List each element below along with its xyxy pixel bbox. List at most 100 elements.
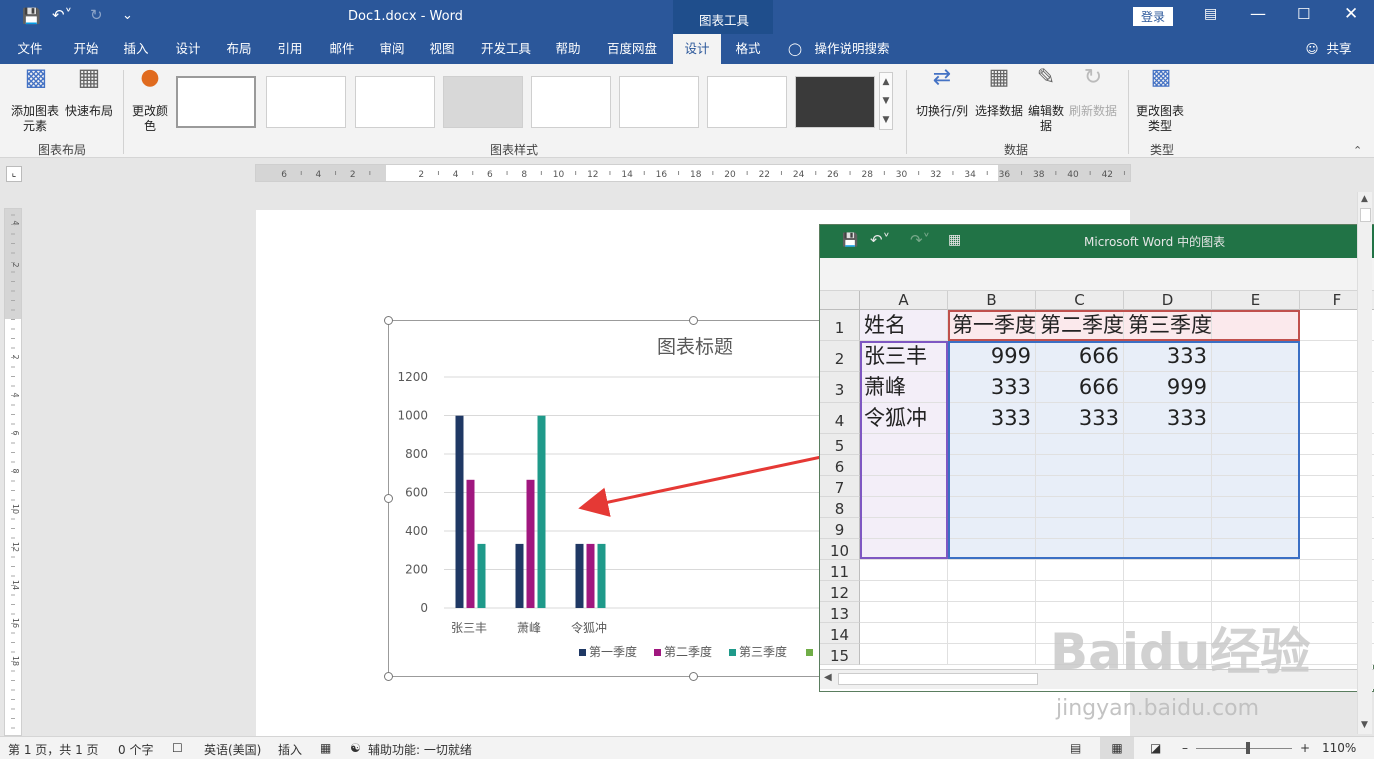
bar-第三季度-令狐冲[interactable] <box>597 543 606 608</box>
cell[interactable] <box>1036 560 1124 581</box>
cell[interactable]: 999 <box>948 341 1036 372</box>
column-header-b[interactable]: B <box>948 291 1036 310</box>
cell[interactable] <box>948 434 1036 455</box>
chart-title[interactable]: 图表标题 <box>657 336 733 358</box>
language-indicator[interactable]: 英语(美国) <box>204 741 261 758</box>
chart-style-2[interactable] <box>266 76 346 128</box>
row-header[interactable]: 3 <box>820 372 860 403</box>
bar-第二季度-令狐冲[interactable] <box>586 543 595 608</box>
scroll-left-icon[interactable]: ◀ <box>824 672 832 683</box>
bar-第三季度-萧峰[interactable] <box>537 415 546 608</box>
cell[interactable] <box>1036 476 1124 497</box>
cell[interactable] <box>948 623 1036 644</box>
cell[interactable] <box>1212 497 1300 518</box>
edit-data-button[interactable]: ✎ 编辑数据 <box>1026 67 1066 134</box>
cell[interactable] <box>948 476 1036 497</box>
resize-handle-s[interactable] <box>689 672 698 681</box>
chart-style-1[interactable] <box>176 76 256 128</box>
row-header[interactable]: 9 <box>820 518 860 539</box>
cell[interactable]: 333 <box>948 372 1036 403</box>
cell[interactable] <box>1124 476 1212 497</box>
cell[interactable] <box>1036 497 1124 518</box>
document-vertical-scrollbar[interactable]: ▲ ▼ <box>1357 192 1372 734</box>
print-layout-icon[interactable]: ▦ <box>1100 737 1134 759</box>
share-button[interactable]: 共享 <box>1322 34 1356 64</box>
scroll-down-icon[interactable]: ▼ <box>1361 720 1368 730</box>
cell[interactable] <box>1212 476 1300 497</box>
cell[interactable] <box>1212 341 1300 372</box>
cell[interactable]: 666 <box>1036 341 1124 372</box>
cell[interactable] <box>948 518 1036 539</box>
styles-gallery-scroller[interactable]: ▲ ▼ ▼ <box>879 72 893 130</box>
chart-style-4[interactable] <box>443 76 523 128</box>
cell[interactable] <box>1212 403 1300 434</box>
chart-style-5[interactable] <box>531 76 611 128</box>
cell[interactable] <box>1036 581 1124 602</box>
chart-style-6[interactable] <box>619 76 699 128</box>
bar-第一季度-令狐冲[interactable] <box>575 543 584 608</box>
add-chart-element-button[interactable]: ▩ 添加图表元素 <box>8 65 64 134</box>
column-header-c[interactable]: C <box>1036 291 1124 310</box>
cell[interactable] <box>1212 560 1300 581</box>
bar-第三季度-张三丰[interactable] <box>477 543 486 608</box>
tab-baidu-netdisk[interactable]: 百度网盘 <box>600 34 664 64</box>
row-header[interactable]: 11 <box>820 560 860 581</box>
cell[interactable]: 333 <box>948 403 1036 434</box>
collapse-ribbon-icon[interactable]: ⌃ <box>1353 144 1362 157</box>
cell[interactable] <box>860 644 948 665</box>
switch-row-column-button[interactable]: ⇄ 切换行/列 <box>914 67 970 119</box>
cell[interactable] <box>948 539 1036 560</box>
cell[interactable] <box>948 602 1036 623</box>
ribbon-display-icon[interactable]: ▤ <box>1204 6 1217 22</box>
cell[interactable] <box>1212 539 1300 560</box>
scroll-thumb[interactable] <box>838 673 1038 685</box>
tab-file[interactable]: 文件 <box>8 34 52 64</box>
cell[interactable] <box>860 539 948 560</box>
bar-第二季度-张三丰[interactable] <box>466 479 475 608</box>
cell[interactable]: 333 <box>1124 403 1212 434</box>
column-header-d[interactable]: D <box>1124 291 1212 310</box>
cell[interactable] <box>1212 455 1300 476</box>
tab-help[interactable]: 帮助 <box>546 34 590 64</box>
cell[interactable] <box>1124 497 1212 518</box>
cell[interactable] <box>1212 518 1300 539</box>
row-header[interactable]: 8 <box>820 497 860 518</box>
cell[interactable] <box>948 497 1036 518</box>
row-header[interactable]: 1 <box>820 310 860 341</box>
row-header[interactable]: 6 <box>820 455 860 476</box>
tab-home[interactable]: 开始 <box>62 34 110 64</box>
resize-handle-sw[interactable] <box>384 672 393 681</box>
chart-style-8[interactable] <box>795 76 875 128</box>
cell[interactable] <box>1212 581 1300 602</box>
accessibility-status[interactable]: 辅助功能: 一切就绪 <box>368 741 472 758</box>
legend-label[interactable]: 第三季度 <box>739 644 787 659</box>
cell[interactable]: 姓名 <box>860 310 948 341</box>
chart-style-7[interactable] <box>707 76 787 128</box>
tab-developer[interactable]: 开发工具 <box>476 34 536 64</box>
cell[interactable] <box>1212 372 1300 403</box>
edit-in-excel-icon[interactable]: ▦ <box>948 232 961 248</box>
cell[interactable] <box>1124 455 1212 476</box>
tab-insert[interactable]: 插入 <box>114 34 158 64</box>
bar-第一季度-萧峰[interactable] <box>515 543 524 608</box>
zoom-out-icon[interactable]: – <box>1182 741 1188 755</box>
select-all-corner[interactable] <box>820 291 860 310</box>
tell-me-search[interactable]: 操作说明搜索 <box>810 34 894 64</box>
tab-chart-format[interactable]: 格式 <box>726 34 770 64</box>
cell[interactable] <box>1036 539 1124 560</box>
row-header[interactable]: 12 <box>820 581 860 602</box>
cell[interactable] <box>1124 581 1212 602</box>
select-data-button[interactable]: ▦ 选择数据 <box>972 67 1026 119</box>
row-header[interactable]: 4 <box>820 403 860 434</box>
zoom-in-icon[interactable]: + <box>1300 741 1310 755</box>
row-header[interactable]: 13 <box>820 602 860 623</box>
cell[interactable]: 999 <box>1124 372 1212 403</box>
customize-qat-icon[interactable]: ⌄ <box>122 8 133 23</box>
read-mode-icon[interactable]: ▤ <box>1070 741 1081 755</box>
cell[interactable] <box>1036 518 1124 539</box>
cell[interactable] <box>948 455 1036 476</box>
cell[interactable] <box>860 581 948 602</box>
bar-第一季度-张三丰[interactable] <box>455 415 464 608</box>
cell[interactable]: 第二季度 <box>1036 310 1124 341</box>
save-icon[interactable]: 💾 <box>22 7 41 25</box>
